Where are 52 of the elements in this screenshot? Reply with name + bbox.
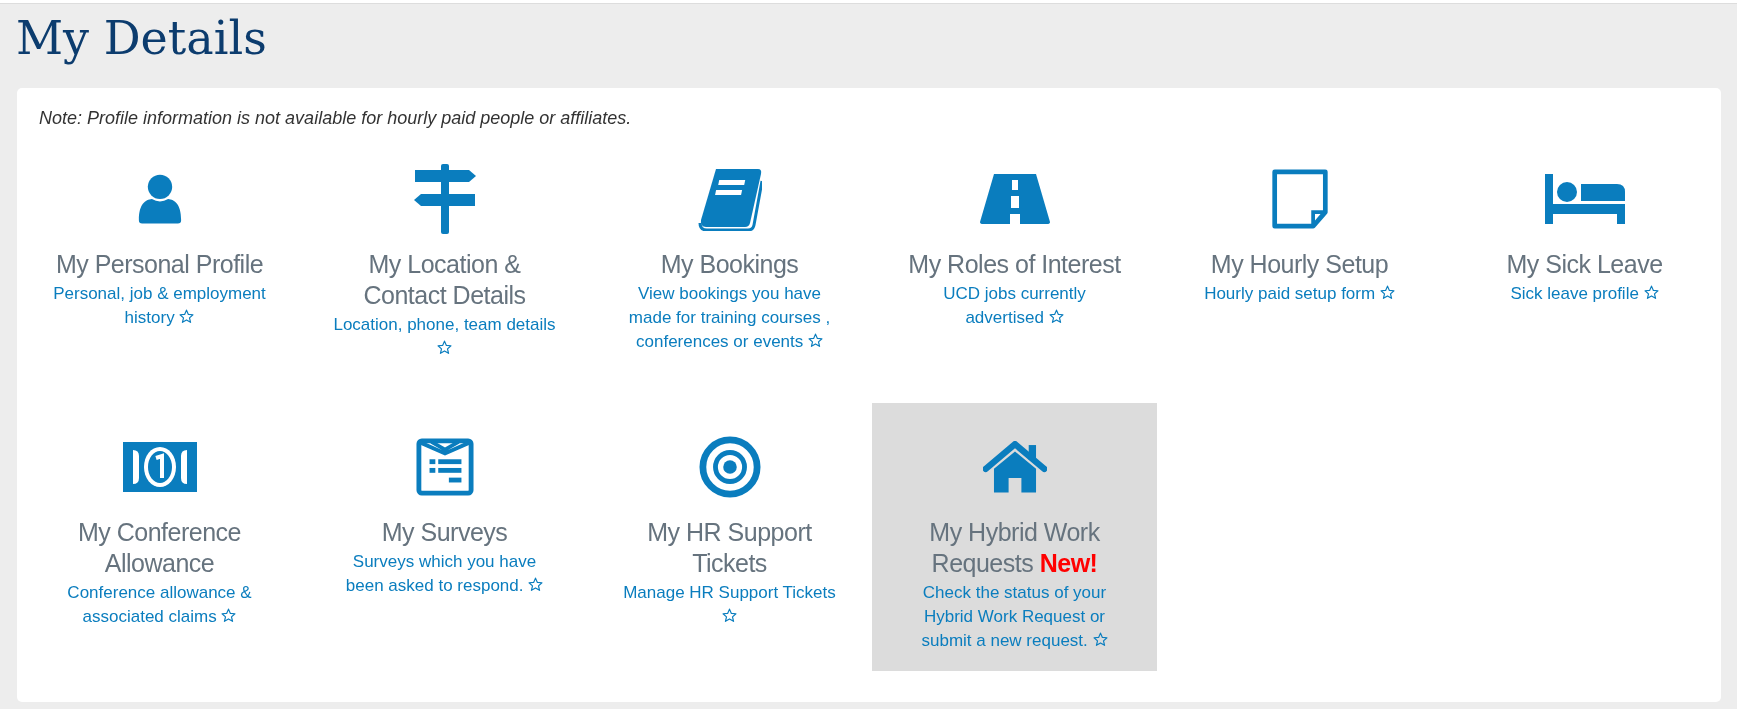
- favorite-star-icon[interactable]: [1379, 285, 1395, 300]
- page-title: My Details: [15, 10, 267, 67]
- tile[interactable]: My Location & Contact Details Location, phone, team details: [302, 135, 587, 403]
- tile-description-link[interactable]: Sick leave profile: [1510, 282, 1659, 306]
- tile[interactable]: My Hourly Setup Hourly paid setup form: [1157, 135, 1442, 403]
- tile-description-link[interactable]: Hourly paid setup form: [1204, 282, 1395, 306]
- banknote-icon: [122, 442, 197, 492]
- tile-title: My Bookings: [660, 249, 799, 280]
- tile[interactable]: My HR Support Tickets Manage HR Support Tickets: [587, 403, 872, 671]
- tile-description-link[interactable]: Location, phone, team details: [332, 313, 557, 361]
- new-label: New!: [1039, 549, 1098, 577]
- signpost-icon: [412, 164, 477, 234]
- favorite-star-icon[interactable]: [1643, 285, 1659, 300]
- favorite-star-icon[interactable]: [437, 340, 452, 355]
- tile-title: My HR Support Tickets: [646, 517, 813, 579]
- tile-title: My Personal Profile: [55, 249, 264, 280]
- tile-title: My Surveys: [381, 517, 508, 548]
- favorite-star-icon[interactable]: [1092, 632, 1108, 647]
- tile[interactable]: My Roles of Interest UCD jobs currently advertised: [872, 135, 1157, 403]
- tile-description-link[interactable]: UCD jobs currently advertised: [902, 282, 1127, 330]
- tile[interactable]: My Hybrid Work Requests New! Check the status of your Hybrid Work Request or submit a new request.: [872, 403, 1157, 671]
- tile[interactable]: My Bookings View bookings you have made for training courses , conferences or events: [587, 135, 872, 403]
- tile-description-link[interactable]: Surveys which you have been asked to respond.: [332, 550, 557, 598]
- bed-icon: [1544, 174, 1625, 224]
- tile[interactable]: My Conference Allowance Conference allowance & associated claims: [17, 403, 302, 671]
- tile-title: My Location & Contact Details: [362, 249, 527, 311]
- tile-description-link[interactable]: Personal, job & employment history: [47, 282, 272, 330]
- survey-form-icon: [415, 438, 474, 496]
- tile-title: My Hourly Setup: [1210, 249, 1389, 280]
- tile[interactable]: My Sick Leave Sick leave profile: [1442, 135, 1727, 403]
- tile-title: My Sick Leave: [1506, 249, 1663, 280]
- tile-description-link[interactable]: Manage HR Support Tickets: [617, 581, 842, 629]
- tile-description-link[interactable]: Check the status of your Hybrid Work Request or submit a new request.: [902, 581, 1127, 653]
- favorite-star-icon[interactable]: [179, 309, 195, 324]
- road-icon: [979, 174, 1050, 224]
- favorite-star-icon[interactable]: [808, 333, 823, 348]
- favorite-star-icon[interactable]: [722, 608, 737, 623]
- favorite-star-icon[interactable]: [528, 577, 544, 592]
- tile-title: My Roles of Interest: [908, 249, 1121, 280]
- favorite-star-icon[interactable]: [221, 608, 237, 623]
- tile-title: My Hybrid Work Requests New!: [928, 517, 1101, 579]
- house-icon: [982, 441, 1047, 493]
- note-text: Note: Profile information is not available for hourly paid people or affiliates.: [39, 108, 632, 129]
- note-icon: [1269, 169, 1330, 229]
- tile[interactable]: My Surveys Surveys which you have been asked to respond.: [302, 403, 587, 671]
- tile-description-link[interactable]: Conference allowance & associated claims: [47, 581, 272, 629]
- tile-description-link[interactable]: View bookings you have made for training courses , conferences or events: [617, 282, 842, 354]
- favorite-star-icon[interactable]: [1048, 309, 1064, 324]
- target-icon: [698, 436, 761, 498]
- book-icon: [697, 167, 762, 231]
- tile[interactable]: My Personal Profile Personal, job & employment history: [17, 135, 302, 403]
- tile-title: My Conference Allowance: [77, 517, 242, 579]
